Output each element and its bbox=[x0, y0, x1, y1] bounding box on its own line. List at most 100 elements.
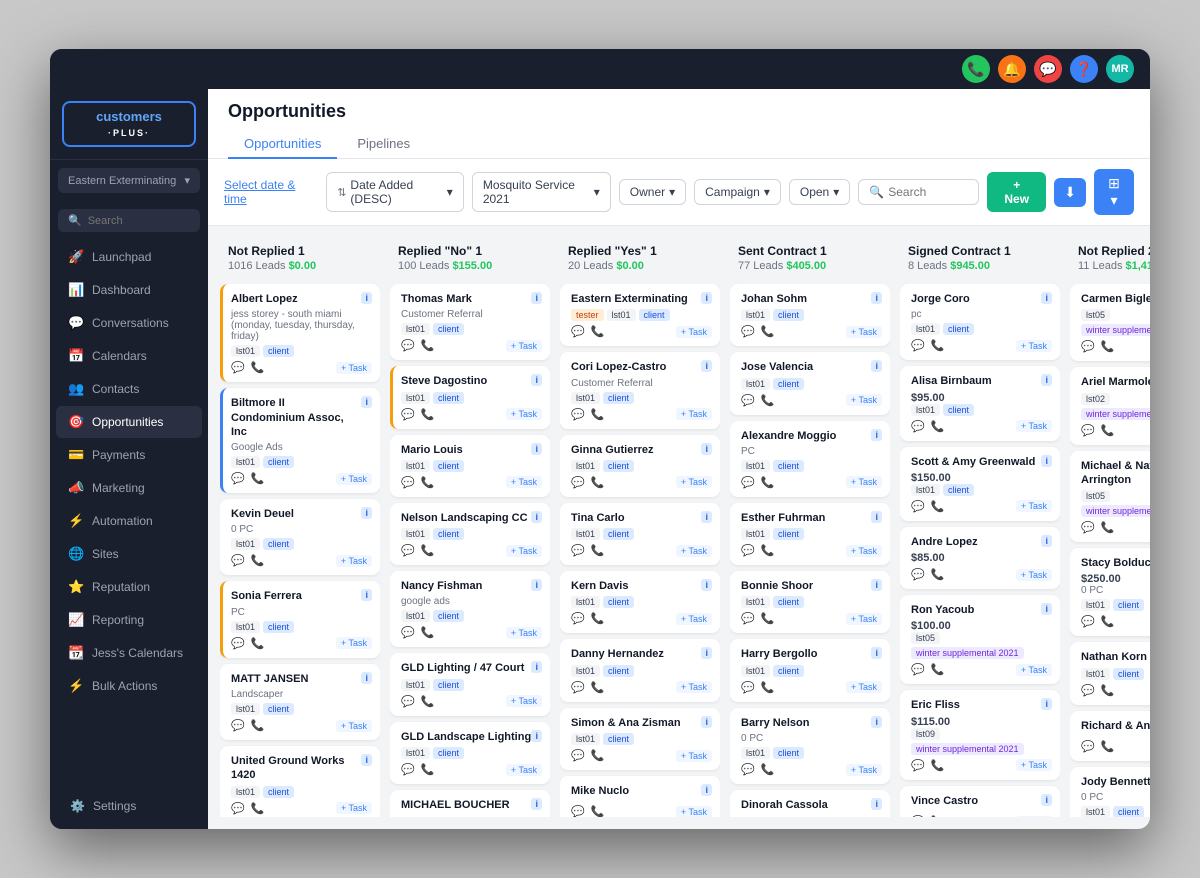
tab-pipelines[interactable]: Pipelines bbox=[341, 130, 426, 159]
sidebar-item-opportunities[interactable]: 🎯 Opportunities bbox=[56, 406, 202, 438]
notification-icon[interactable]: 🔔 bbox=[998, 55, 1026, 83]
kanban-card[interactable]: Steve Dagostino i lst01client 💬 📞 + Task bbox=[390, 366, 550, 428]
kanban-card[interactable]: Vince Castro i 💬 📞 + Task bbox=[900, 786, 1060, 817]
add-task-button[interactable]: + Task bbox=[676, 326, 712, 338]
add-task-button[interactable]: + Task bbox=[506, 545, 542, 557]
add-task-button[interactable]: + Task bbox=[846, 394, 882, 406]
sidebar-search-input[interactable] bbox=[88, 215, 158, 227]
add-task-button[interactable]: + Task bbox=[676, 681, 712, 693]
kanban-card[interactable]: GLD Landscape Lighting i lst01client 💬 📞… bbox=[390, 722, 550, 784]
tab-opportunities[interactable]: Opportunities bbox=[228, 130, 337, 159]
add-task-button[interactable]: + Task bbox=[336, 802, 372, 814]
phone-icon[interactable]: 📞 bbox=[962, 55, 990, 83]
kanban-card[interactable]: Thomas Mark i Customer Referral lst01cli… bbox=[390, 284, 550, 360]
add-task-button[interactable]: + Task bbox=[1016, 569, 1052, 581]
add-task-button[interactable]: + Task bbox=[846, 764, 882, 776]
kanban-card[interactable]: Stacy Bolduc i $250.00 0 PC lst01client … bbox=[1070, 548, 1150, 636]
kanban-card[interactable]: Esther Fuhrman i lst01client 💬 📞 + Task bbox=[730, 503, 890, 565]
view-button[interactable]: ⊞ ▾ bbox=[1094, 169, 1134, 215]
add-task-button[interactable]: + Task bbox=[336, 362, 372, 374]
kanban-card[interactable]: Tina Carlo i lst01client 💬 📞 + Task bbox=[560, 503, 720, 565]
date-filter-btn[interactable]: Select date & time bbox=[224, 178, 310, 206]
add-task-button[interactable]: + Task bbox=[676, 476, 712, 488]
search-filter[interactable]: 🔍 bbox=[858, 179, 979, 205]
owner-filter[interactable]: Owner ▾ bbox=[619, 179, 686, 205]
add-task-button[interactable]: + Task bbox=[846, 545, 882, 557]
kanban-card[interactable]: Richard & Ann Sierra i 💬 📞 + Task bbox=[1070, 711, 1150, 761]
status-filter[interactable]: Open ▾ bbox=[789, 179, 850, 205]
add-task-button[interactable]: + Task bbox=[846, 476, 882, 488]
user-avatar[interactable]: MR bbox=[1106, 55, 1134, 83]
add-task-button[interactable]: + Task bbox=[506, 695, 542, 707]
sidebar-search[interactable]: 🔍 bbox=[58, 209, 200, 232]
kanban-card[interactable]: Mario Louis i lst01client 💬 📞 + Task bbox=[390, 435, 550, 497]
kanban-card[interactable]: Alexandre Moggio i PC lst01client 💬 📞 + … bbox=[730, 421, 890, 497]
new-button[interactable]: + New bbox=[987, 172, 1046, 212]
kanban-card[interactable]: Scott & Amy Greenwald i $150.00 lst01cli… bbox=[900, 447, 1060, 521]
kanban-card[interactable]: Johan Sohm i lst01client 💬 📞 + Task bbox=[730, 284, 890, 346]
campaign-filter[interactable]: Campaign ▾ bbox=[694, 179, 781, 205]
kanban-card[interactable]: Mike Nuclo i 💬 📞 + Task bbox=[560, 776, 720, 817]
sidebar-item-settings[interactable]: ⚙️ Settings bbox=[58, 791, 200, 821]
kanban-card[interactable]: United Ground Works 1420 i lst01client 💬… bbox=[220, 746, 380, 817]
add-task-button[interactable]: + Task bbox=[846, 613, 882, 625]
kanban-card[interactable]: Eastern Exterminating i testerlst01clien… bbox=[560, 284, 720, 346]
kanban-card[interactable]: Carmen Bigles i lst05winter supplemental… bbox=[1070, 284, 1150, 361]
sidebar-item-conversations[interactable]: 💬 Conversations bbox=[56, 307, 202, 339]
sort-filter[interactable]: ⇅ Date Added (DESC) ▾ bbox=[326, 172, 464, 212]
pipeline-filter[interactable]: Mosquito Service 2021 ▾ bbox=[472, 172, 611, 212]
add-task-button[interactable]: + Task bbox=[1016, 664, 1052, 676]
add-task-button[interactable]: + Task bbox=[676, 408, 712, 420]
add-task-button[interactable]: + Task bbox=[846, 681, 882, 693]
message-icon[interactable]: 💬 bbox=[1034, 55, 1062, 83]
kanban-card[interactable]: Cori Lopez-Castro i Customer Referral ls… bbox=[560, 352, 720, 428]
kanban-card[interactable]: Ginna Gutierrez i lst01client 💬 📞 + Task bbox=[560, 435, 720, 497]
kanban-card[interactable]: Kern Davis i lst01client 💬 📞 + Task bbox=[560, 571, 720, 633]
add-task-button[interactable]: + Task bbox=[676, 545, 712, 557]
add-task-button[interactable]: + Task bbox=[1016, 500, 1052, 512]
sidebar-item-jess-calendars[interactable]: 📆 Jess's Calendars bbox=[56, 637, 202, 669]
kanban-card[interactable]: Danny Hernandez i lst01client 💬 📞 + Task bbox=[560, 639, 720, 701]
add-task-button[interactable]: + Task bbox=[336, 637, 372, 649]
kanban-card[interactable]: Barry Nelson i 0 PC lst01client 💬 📞 + Ta… bbox=[730, 708, 890, 784]
kanban-card[interactable]: Jody Bennett i 0 PC lst01client 💬 📞 + Ta… bbox=[1070, 767, 1150, 817]
kanban-card[interactable]: Bonnie Shoor i lst01client 💬 📞 + Task bbox=[730, 571, 890, 633]
kanban-card[interactable]: Sonia Ferrera i PC lst01client 💬 📞 + Tas… bbox=[220, 581, 380, 657]
kanban-card[interactable]: MICHAEL BOUCHER i 💬 📞 + Task bbox=[390, 790, 550, 817]
kanban-card[interactable]: Dinorah Cassola i 💬 📞 + Task bbox=[730, 790, 890, 817]
kanban-card[interactable]: Andre Lopez i $85.00 💬 📞 + Task bbox=[900, 527, 1060, 589]
help-icon[interactable]: ❓ bbox=[1070, 55, 1098, 83]
sidebar-item-sites[interactable]: 🌐 Sites bbox=[56, 538, 202, 570]
add-task-button[interactable]: + Task bbox=[506, 476, 542, 488]
sidebar-item-contacts[interactable]: 👥 Contacts bbox=[56, 373, 202, 405]
add-task-button[interactable]: + Task bbox=[676, 806, 712, 817]
kanban-card[interactable]: Biltmore II Condominium Assoc, Inc i Goo… bbox=[220, 388, 380, 493]
add-task-button[interactable]: + Task bbox=[1016, 816, 1052, 817]
add-task-button[interactable]: + Task bbox=[506, 764, 542, 776]
kanban-card[interactable]: Kevin Deuel i 0 PC lst01client 💬 📞 + Tas… bbox=[220, 499, 380, 575]
sidebar-item-bulk-actions[interactable]: ⚡ Bulk Actions bbox=[56, 670, 202, 702]
company-selector[interactable]: Eastern Exterminating ▾ bbox=[58, 168, 200, 193]
kanban-card[interactable]: Eric Fliss i $115.00 lst09winter supplem… bbox=[900, 690, 1060, 779]
sidebar-item-reputation[interactable]: ⭐ Reputation bbox=[56, 571, 202, 603]
sidebar-item-automation[interactable]: ⚡ Automation bbox=[56, 505, 202, 537]
kanban-card[interactable]: Simon & Ana Zisman i lst01client 💬 📞 + T… bbox=[560, 708, 720, 770]
kanban-card[interactable]: Alisa Birnbaum i $95.00 lst01client 💬 📞 … bbox=[900, 366, 1060, 440]
add-task-button[interactable]: + Task bbox=[846, 326, 882, 338]
kanban-card[interactable]: Ariel Marmolejos i lst02winter supplemen… bbox=[1070, 367, 1150, 444]
add-task-button[interactable]: + Task bbox=[506, 408, 542, 420]
add-task-button[interactable]: + Task bbox=[336, 720, 372, 732]
kanban-card[interactable]: Nathan Korn i lst01client 💬 📞 + Task bbox=[1070, 642, 1150, 704]
kanban-card[interactable]: Nancy Fishman i google ads lst01client 💬… bbox=[390, 571, 550, 647]
sidebar-item-calendars[interactable]: 📅 Calendars bbox=[56, 340, 202, 372]
add-task-button[interactable]: + Task bbox=[1016, 340, 1052, 352]
kanban-card[interactable]: Michael & Natalia Arrington i lst05winte… bbox=[1070, 451, 1150, 543]
kanban-card[interactable]: Jose Valencia i lst01client 💬 📞 + Task bbox=[730, 352, 890, 414]
search-input[interactable] bbox=[888, 185, 968, 199]
add-task-button[interactable]: + Task bbox=[676, 613, 712, 625]
add-task-button[interactable]: + Task bbox=[676, 750, 712, 762]
add-task-button[interactable]: + Task bbox=[506, 340, 542, 352]
kanban-card[interactable]: Nelson Landscaping CC i lst01client 💬 📞 … bbox=[390, 503, 550, 565]
add-task-button[interactable]: + Task bbox=[1016, 759, 1052, 771]
add-task-button[interactable]: + Task bbox=[506, 627, 542, 639]
